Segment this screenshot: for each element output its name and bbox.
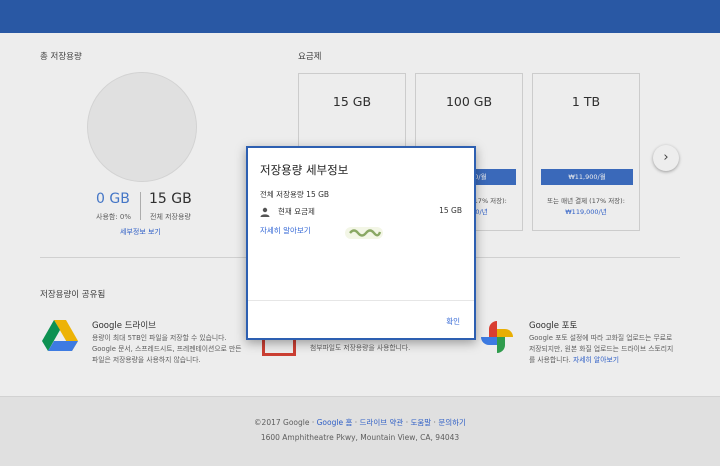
dialog-divider — [248, 300, 474, 301]
dialog-title: 저장용량 세부정보 — [260, 163, 349, 177]
current-plan-row: 현재 요금제 15 GB — [260, 206, 462, 218]
current-plan-value: 15 GB — [439, 206, 462, 215]
storage-details-dialog: 저장용량 세부정보 전체 저장용량 15 GB 현재 요금제 15 GB 자세히… — [246, 146, 476, 340]
sticker-image — [345, 227, 383, 239]
learn-more-link[interactable]: 자세히 알아보기 — [260, 225, 311, 236]
person-icon — [260, 207, 270, 217]
ok-button[interactable]: 확인 — [446, 316, 460, 327]
dialog-total-storage: 전체 저장용량 15 GB — [260, 190, 330, 199]
current-plan-label: 현재 요금제 — [278, 207, 315, 216]
